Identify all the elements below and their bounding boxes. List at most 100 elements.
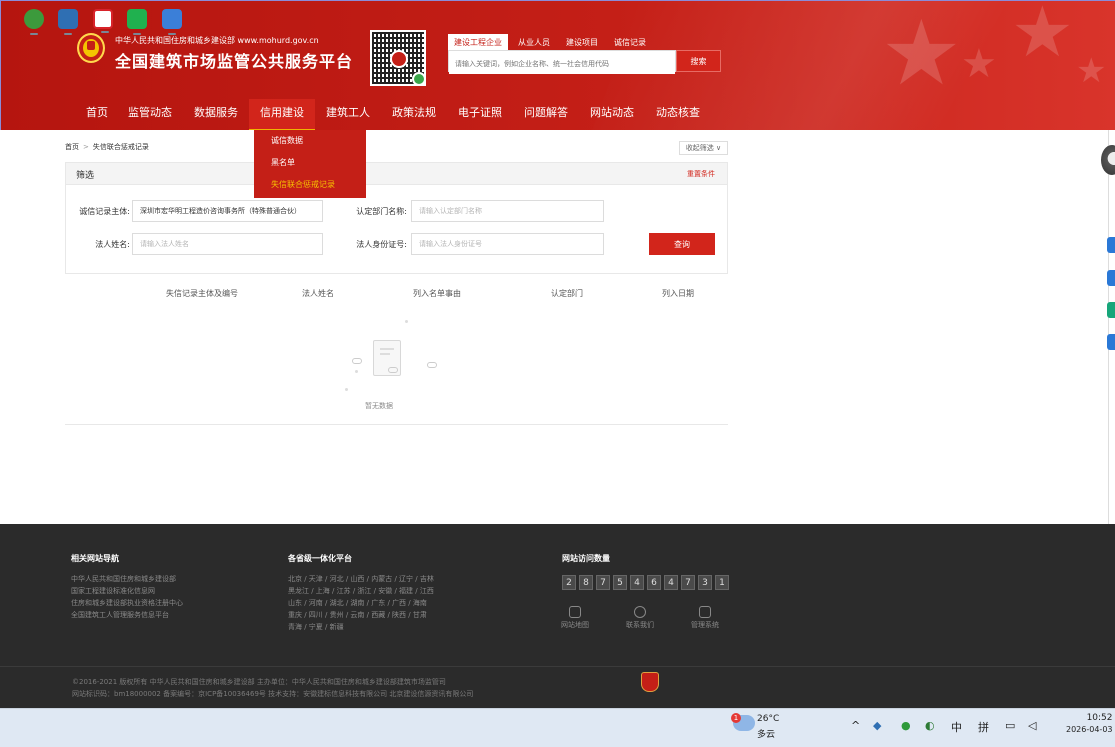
legal-id-label: 法人身份证号:	[356, 240, 407, 249]
visit-digit: 7	[681, 575, 695, 590]
input-method-pinyin[interactable]: 拼	[978, 719, 989, 735]
side-toolbar-doc-icon[interactable]	[1107, 270, 1115, 286]
nav-regulatory-news[interactable]: 监管动态	[117, 99, 183, 130]
reset-conditions-link[interactable]: 重置条件	[687, 169, 715, 179]
footer-divider	[0, 666, 1115, 667]
nav-construction-workers[interactable]: 建筑工人	[315, 99, 381, 130]
nav-policies[interactable]: 政策法规	[381, 99, 447, 130]
visit-counter: 2 8 7 5 4 6 4 7 3 1	[562, 575, 729, 590]
nav-data-services[interactable]: 数据服务	[183, 99, 249, 130]
star-decoration: ★	[881, 1, 962, 106]
national-emblem-logo	[77, 33, 105, 63]
visit-digit: 2	[562, 575, 576, 590]
qr-code-image	[370, 30, 426, 86]
legal-id-input[interactable]: 请输入法人身份证号	[411, 233, 604, 255]
footer-link[interactable]: 住房和城乡建设部执业资格注册中心	[71, 598, 183, 608]
visit-digit: 7	[596, 575, 610, 590]
windows-taskbar	[0, 708, 1115, 747]
clock-date: 2026-04-03	[1066, 725, 1113, 734]
gov-badge-icon[interactable]	[641, 672, 659, 692]
collapse-filter-button[interactable]: 收起筛选 ∨	[679, 141, 728, 155]
tray-app-icon[interactable]: ◐	[925, 719, 935, 732]
contact-us-link[interactable]: 联系我们	[610, 606, 670, 630]
results-table-header: 失信记录主体及编号 法人姓名 列入名单事由 认定部门 列入日期	[65, 286, 728, 302]
divider	[65, 424, 728, 425]
province-links[interactable]: 重庆 / 四川 / 贵州 / 云南 / 西藏 / 陕西 / 甘肃	[288, 610, 427, 620]
network-icon[interactable]: ▭	[1005, 719, 1015, 732]
menu-item-credit-data[interactable]: 诚信数据	[254, 130, 366, 152]
footer-link[interactable]: 全国建筑工人管理服务信息平台	[71, 610, 169, 620]
legal-name-input[interactable]: 请输入法人姓名	[132, 233, 323, 255]
menu-item-joint-punishment[interactable]: 失信联合惩戒记录	[254, 174, 366, 196]
wechat-app-icon[interactable]	[127, 9, 147, 35]
visit-digit: 8	[579, 575, 593, 590]
footer-link[interactable]: 国家工程建设标准化信息网	[71, 586, 155, 596]
monitor-icon	[699, 606, 711, 618]
query-button[interactable]: 查询	[649, 233, 715, 255]
input-method-chinese[interactable]: 中	[951, 719, 962, 735]
start-app-icon[interactable]	[24, 9, 44, 35]
column-header: 列入日期	[662, 289, 694, 298]
menu-item-blacklist[interactable]: 黑名单	[254, 152, 366, 174]
breadcrumb-current: 失信联合惩戒记录	[92, 143, 149, 151]
weather-description[interactable]: 多云	[757, 727, 775, 740]
visit-digit: 4	[664, 575, 678, 590]
search-input[interactable]	[449, 54, 675, 74]
province-links[interactable]: 黑龙江 / 上海 / 江苏 / 浙江 / 安徽 / 福建 / 江西	[288, 586, 434, 596]
sitemap-link[interactable]: 网站地图	[545, 606, 605, 630]
subject-label: 诚信记录主体:	[79, 207, 130, 216]
sitemap-label: 网站地图	[561, 621, 589, 629]
breadcrumb-home[interactable]: 首页	[65, 143, 79, 151]
clock-time: 10:52	[1086, 713, 1113, 723]
search-button[interactable]: 搜索	[676, 50, 721, 72]
legal-name-label: 法人姓名:	[95, 240, 130, 249]
notepad-app-icon[interactable]	[162, 9, 182, 35]
side-toolbar-tool-icon[interactable]	[1107, 334, 1115, 350]
filter-header: 筛选 重置条件	[66, 163, 727, 185]
side-toolbar-chat-icon[interactable]	[1107, 302, 1115, 318]
visit-digit: 6	[647, 575, 661, 590]
province-links[interactable]: 山东 / 河南 / 湖北 / 湖南 / 广东 / 广西 / 海南	[288, 598, 427, 608]
nav-site-news[interactable]: 网站动态	[579, 99, 645, 130]
admin-system-link[interactable]: 管理系统	[675, 606, 735, 630]
search-tab-companies[interactable]: 建设工程企业	[448, 34, 508, 51]
column-header: 列入名单事由	[413, 289, 461, 298]
nav-credit-construction[interactable]: 信用建设	[249, 99, 315, 130]
province-links[interactable]: 北京 / 天津 / 河北 / 山西 / 内蒙古 / 辽宁 / 吉林	[288, 574, 434, 584]
calculator-app-icon[interactable]	[58, 9, 78, 35]
visit-digit: 1	[715, 575, 729, 590]
nav-e-certificates[interactable]: 电子证照	[447, 99, 513, 130]
footer-link[interactable]: 中华人民共和国住房和城乡建设部	[71, 574, 176, 584]
no-data-text: 暂无数据	[365, 402, 393, 410]
visit-digit: 3	[698, 575, 712, 590]
province-links[interactable]: 青海 / 宁夏 / 新疆	[288, 622, 344, 632]
wechat-badge-icon	[412, 72, 426, 86]
wps-app-icon[interactable]	[93, 9, 113, 33]
volume-icon[interactable]: ◁	[1028, 719, 1036, 732]
weather-temperature[interactable]: 26°C	[757, 714, 779, 724]
side-toolbar-dots-icon[interactable]	[1107, 237, 1115, 253]
platform-title[interactable]: 全国建筑市场监管公共服务平台	[115, 48, 353, 72]
empty-document-icon	[373, 340, 401, 376]
admin-system-label: 管理系统	[691, 621, 719, 629]
breadcrumb: 首页 > 失信联合惩戒记录	[65, 142, 149, 152]
search-tab-personnel[interactable]: 从业人员	[512, 34, 556, 51]
tray-vpn-icon[interactable]: ◆	[873, 719, 881, 732]
system-clock[interactable]: 10:52 2026-04-03	[1066, 712, 1113, 736]
nav-home[interactable]: 首页	[77, 99, 117, 130]
column-header: 认定部门	[551, 289, 583, 298]
search-tab-credit-records[interactable]: 诚信记录	[608, 34, 652, 51]
footer-links-title: 相关网站导航	[71, 554, 119, 563]
sitemap-icon	[569, 606, 581, 618]
nav-dynamic-check[interactable]: 动态核查	[645, 99, 711, 130]
nav-faq[interactable]: 问题解答	[513, 99, 579, 130]
subject-field[interactable]: 深圳市宏华明工程造价咨询事务所（特殊普通合伙）	[132, 200, 323, 222]
tray-overflow-chevron-icon[interactable]: ^	[851, 719, 860, 732]
search-tab-projects[interactable]: 建设项目	[560, 34, 604, 51]
visit-digit: 4	[630, 575, 644, 590]
search-tabs: 建设工程企业 从业人员 建设项目 诚信记录	[448, 34, 652, 51]
department-name-input[interactable]: 请输入认定部门名称	[411, 200, 604, 222]
chat-icon	[634, 606, 646, 618]
tray-app-icon[interactable]: ●	[901, 719, 911, 732]
assistant-avatar[interactable]	[1101, 145, 1115, 175]
